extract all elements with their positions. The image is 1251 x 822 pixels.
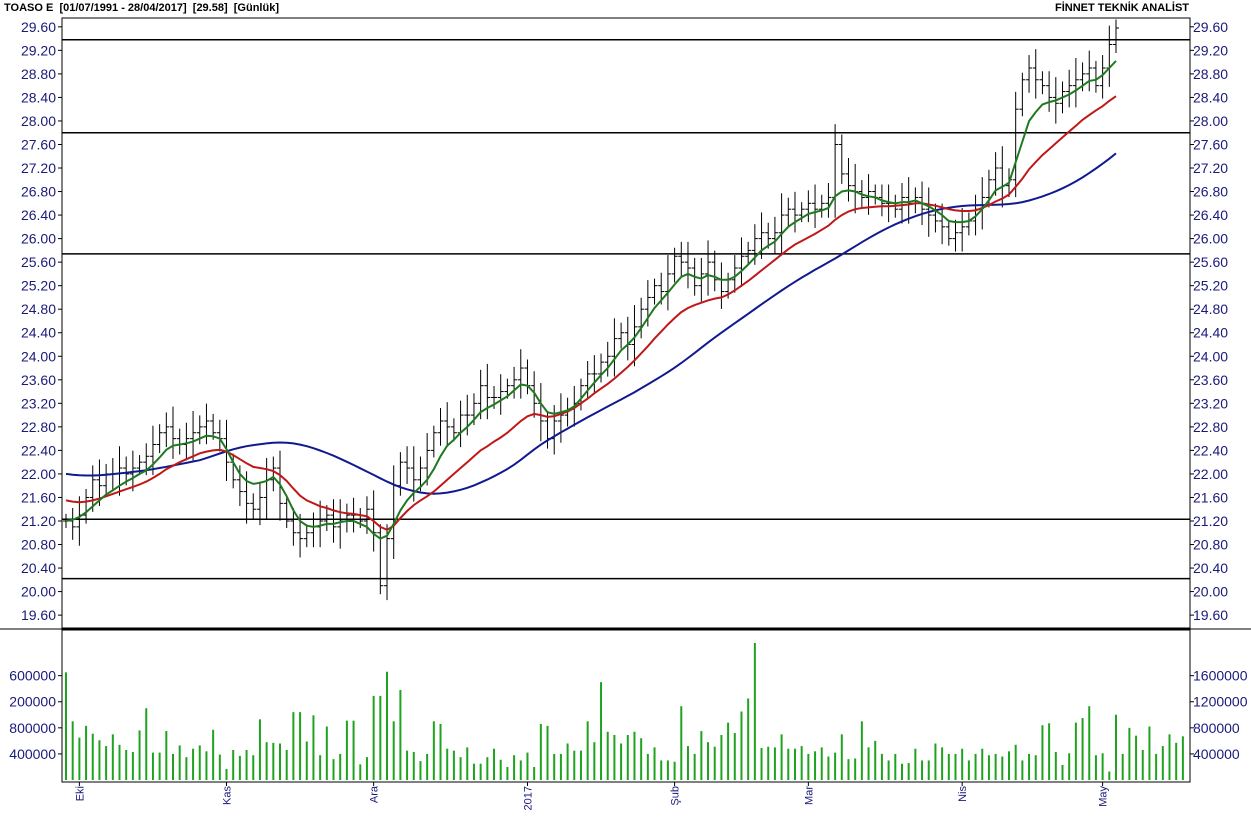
- price-tick-label-left: 20.40: [21, 560, 56, 576]
- x-axis-month-label: Ara: [369, 785, 381, 803]
- price-tick-label-left: 24.00: [21, 348, 56, 364]
- price-tick-label-left: 23.20: [21, 395, 56, 411]
- x-axis-month-label: Mar: [803, 786, 815, 805]
- x-axis-month-label: Şub: [670, 786, 682, 806]
- volume-tick-label-right: 400000: [1193, 746, 1240, 762]
- volume-tick-label-right: 800000: [1193, 720, 1240, 736]
- price-tick-label-left: 27.20: [21, 160, 56, 176]
- price-tick-label-left: 25.60: [21, 254, 56, 270]
- price-tick-label-right: 27.20: [1193, 160, 1228, 176]
- price-tick-label-right: 21.20: [1193, 513, 1228, 529]
- price-tick-label-right: 20.40: [1193, 560, 1228, 576]
- mid-moving-average-line: [65, 95, 1117, 531]
- price-tick-label-left: 22.00: [21, 466, 56, 482]
- price-tick-label-left: 26.00: [21, 231, 56, 247]
- x-axis-month-label: Eki: [74, 786, 86, 801]
- x-axis-month-label: Kas: [222, 786, 234, 805]
- volume-tick-label-right: 1200000: [1193, 694, 1248, 710]
- price-tick-label-right: 22.80: [1193, 419, 1228, 435]
- price-tick-label-right: 24.40: [1193, 325, 1228, 341]
- price-tick-label-right: 22.40: [1193, 442, 1228, 458]
- price-tick-label-right: 19.60: [1193, 607, 1228, 623]
- price-tick-label-right: 26.40: [1193, 207, 1228, 223]
- price-tick-label-right: 29.20: [1193, 42, 1228, 58]
- price-tick-label-left: 25.20: [21, 278, 56, 294]
- volume-tick-label-left: 600000: [9, 668, 56, 684]
- price-tick-label-left: 29.60: [21, 19, 56, 35]
- price-tick-label-left: 21.60: [21, 489, 56, 505]
- price-tick-label-right: 20.80: [1193, 537, 1228, 553]
- price-tick-label-right: 21.60: [1193, 489, 1228, 505]
- price-tick-label-right: 20.00: [1193, 584, 1228, 600]
- x-axis-month-label: 2017: [522, 786, 534, 810]
- volume-tick-label-left: 800000: [9, 720, 56, 736]
- price-tick-label-right: 29.60: [1193, 19, 1228, 35]
- price-tick-label-left: 19.60: [21, 607, 56, 623]
- price-tick-label-left: 28.00: [21, 113, 56, 129]
- price-tick-label-left: 21.20: [21, 513, 56, 529]
- price-tick-label-left: 26.80: [21, 184, 56, 200]
- price-tick-label-right: 23.60: [1193, 372, 1228, 388]
- price-tick-label-left: 23.60: [21, 372, 56, 388]
- volume-panel-frame: [61, 629, 1191, 783]
- price-tick-label-left: 24.80: [21, 301, 56, 317]
- price-tick-label-left: 28.80: [21, 66, 56, 82]
- price-tick-label-left: 26.40: [21, 207, 56, 223]
- stock-chart: 29.60 29.60 29.20 29.20 28.80 28.80 28.40 28.40…: [0, 17, 1251, 810]
- price-tick-label-left: 24.40: [21, 325, 56, 341]
- volume-tick-label-left: 400000: [9, 746, 56, 762]
- price-tick-label-right: 23.20: [1193, 395, 1228, 411]
- price-tick-label-left: 28.40: [21, 89, 56, 105]
- price-tick-label-right: 28.80: [1193, 66, 1228, 82]
- x-axis-month-label: May: [1098, 786, 1110, 807]
- price-tick-label-right: 27.60: [1193, 136, 1228, 152]
- price-tick-label-right: 28.00: [1193, 113, 1228, 129]
- price-tick-label-left: 22.80: [21, 419, 56, 435]
- price-tick-label-left: 29.20: [21, 42, 56, 58]
- volume-tick-label-right: 1600000: [1193, 668, 1248, 684]
- price-tick-label-right: 26.00: [1193, 231, 1228, 247]
- x-axis-month-label: Nis: [957, 786, 969, 802]
- price-tick-label-left: 27.60: [21, 136, 56, 152]
- price-tick-label-left: 22.40: [21, 442, 56, 458]
- price-tick-label-right: 25.20: [1193, 278, 1228, 294]
- price-tick-label-right: 25.60: [1193, 254, 1228, 270]
- price-tick-label-right: 26.80: [1193, 184, 1228, 200]
- price-tick-label-left: 20.80: [21, 537, 56, 553]
- price-tick-label-right: 24.80: [1193, 301, 1228, 317]
- volume-tick-label-left: 200000: [9, 694, 56, 710]
- price-tick-label-right: 22.00: [1193, 466, 1228, 482]
- price-tick-label-right: 28.40: [1193, 89, 1228, 105]
- price-tick-label-right: 24.00: [1193, 348, 1228, 364]
- price-tick-label-left: 20.00: [21, 584, 56, 600]
